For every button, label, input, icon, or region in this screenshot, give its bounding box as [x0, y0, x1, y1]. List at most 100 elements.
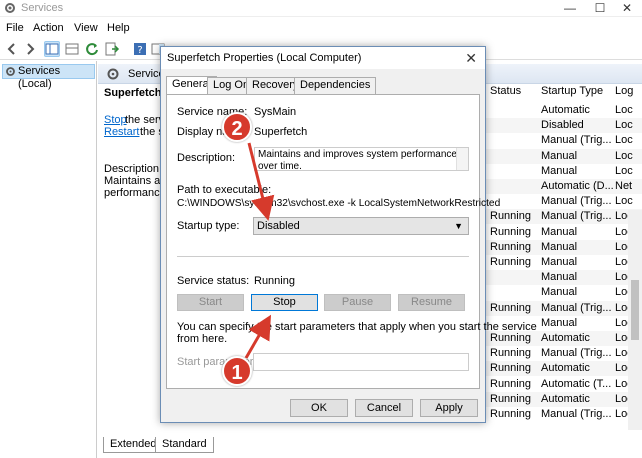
cell-startup: Manual (Trig... [541, 347, 612, 359]
description-field-label: Description: [177, 152, 236, 164]
description-text-line2: performance [104, 187, 166, 199]
cell-startup: Automatic [541, 332, 590, 344]
annotation-marker-2: 2 [222, 112, 252, 142]
separator [177, 256, 469, 257]
path-label: Path to executable: [177, 184, 272, 196]
start-params-input[interactable] [253, 353, 469, 371]
tab-standard[interactable]: Standard [155, 437, 214, 453]
description-scrollbar[interactable] [456, 148, 468, 170]
cell-startup: Manual (Trig... [541, 195, 612, 207]
column-header-status[interactable]: Status [490, 85, 521, 97]
cell-startup: Automatic (D... [541, 180, 614, 192]
cell-startup: Manual [541, 256, 578, 268]
column-header-log-on-as[interactable]: Log [615, 85, 633, 97]
start-button[interactable]: Start [177, 294, 244, 311]
selected-service-name: Superfetch [104, 87, 162, 99]
console-tree-icon[interactable] [44, 41, 60, 57]
cell-status: Running [490, 347, 531, 359]
cell-startup: Manual (Trig... [541, 134, 612, 146]
column-header-startup-type[interactable]: Startup Type [541, 85, 603, 97]
window-close-button[interactable]: ✕ [612, 0, 642, 17]
properties-grid-icon[interactable] [64, 41, 80, 57]
tree-item-services-local[interactable]: Services (Local) [2, 64, 95, 90]
startup-type-selected: Disabled [257, 220, 300, 232]
path-value: C:\WINDOWS\system32\svchost.exe -k Local… [177, 198, 501, 209]
help-icon[interactable]: ? [132, 41, 148, 57]
scrollbar-thumb[interactable] [631, 280, 639, 340]
cell-log: Loc [615, 165, 633, 177]
cell-status: Running [490, 256, 531, 268]
view-tabs: Extended Standard [98, 436, 642, 458]
start-params-hint-line2: from here. [177, 333, 228, 345]
cell-startup: Manual (Trig... [541, 302, 612, 314]
cell-startup: Automatic (T... [541, 378, 612, 390]
stop-button[interactable]: Stop [251, 294, 318, 311]
cell-status: Running [490, 241, 531, 253]
cell-log: Loc [615, 150, 633, 162]
cell-startup: Disabled [541, 119, 584, 131]
general-tab-panel: Service name: SysMain Display name: Supe… [166, 94, 537, 389]
apply-button[interactable]: Apply [420, 399, 478, 417]
back-icon[interactable] [4, 41, 20, 57]
restart-service-link[interactable]: Restart [104, 126, 139, 138]
menu-action[interactable]: Action [33, 22, 64, 34]
cell-status: Running [490, 393, 531, 405]
cell-log: Net [615, 180, 633, 192]
ok-button[interactable]: OK [290, 399, 348, 417]
dialog-titlebar: Superfetch Properties (Local Computer) ✕ [161, 47, 485, 69]
refresh-icon[interactable] [84, 41, 100, 57]
description-label: Description: [104, 163, 163, 175]
chevron-down-icon: ▼ [454, 221, 463, 231]
startup-type-label: Startup type: [177, 220, 240, 232]
forward-icon[interactable] [22, 41, 38, 57]
start-params-hint-line1: You can specify the start parameters tha… [177, 321, 537, 333]
cell-status: Running [490, 332, 531, 344]
gear-icon [107, 68, 119, 80]
cell-log: Loc [615, 119, 633, 131]
stop-service-link[interactable]: Stop [104, 114, 127, 126]
cell-status: Running [490, 378, 531, 390]
cell-startup: Automatic [541, 393, 590, 405]
maximize-button[interactable]: ☐ [585, 0, 615, 17]
pause-button[interactable]: Pause [324, 294, 391, 311]
menu-bar: File Action View Help [0, 20, 642, 37]
list-scrollbar[interactable] [628, 210, 642, 430]
cell-log: Loc [615, 195, 633, 207]
startup-type-dropdown[interactable]: Disabled ▼ [253, 217, 469, 235]
cell-status: Running [490, 226, 531, 238]
cell-status: Running [490, 302, 531, 314]
cell-status: Running [490, 362, 531, 374]
tree-item-label: Services (Local) [18, 65, 61, 90]
export-list-icon[interactable] [104, 41, 120, 57]
cell-startup: Manual [541, 286, 578, 298]
service-status-value: Running [254, 275, 295, 287]
console-tree: Services (Local) [0, 61, 97, 458]
dialog-close-button[interactable]: ✕ [465, 50, 477, 67]
properties-dialog: Superfetch Properties (Local Computer) ✕… [160, 46, 537, 423]
cell-status: Running [490, 210, 531, 222]
cell-startup: Manual [541, 241, 578, 253]
cell-startup: Manual [541, 165, 578, 177]
window-title: Services [21, 2, 64, 14]
service-name-value: SysMain [254, 106, 297, 118]
cell-startup: Automatic [541, 362, 590, 374]
gear-icon [6, 67, 15, 76]
services-app-icon [5, 3, 15, 13]
menu-help[interactable]: Help [107, 22, 130, 34]
cancel-button[interactable]: Cancel [355, 399, 413, 417]
cell-startup: Automatic [541, 104, 590, 116]
menu-view[interactable]: View [74, 22, 98, 34]
cell-startup: Manual (Trig... [541, 408, 612, 420]
description-field-text: Maintains and improves system performanc… [258, 149, 457, 171]
display-name-value: Superfetch [254, 126, 308, 138]
minimize-button[interactable]: — [555, 0, 585, 17]
annotation-marker-1: 1 [222, 356, 252, 386]
tab-dependencies[interactable]: Dependencies [294, 77, 377, 94]
cell-startup: Manual [541, 226, 578, 238]
menu-file[interactable]: File [6, 22, 24, 34]
svg-text:?: ? [137, 45, 142, 56]
resume-button[interactable]: Resume [398, 294, 465, 311]
description-field[interactable]: Maintains and improves system performanc… [254, 147, 469, 171]
service-status-label: Service status: [177, 275, 250, 287]
cell-startup: Manual (Trig... [541, 210, 612, 222]
